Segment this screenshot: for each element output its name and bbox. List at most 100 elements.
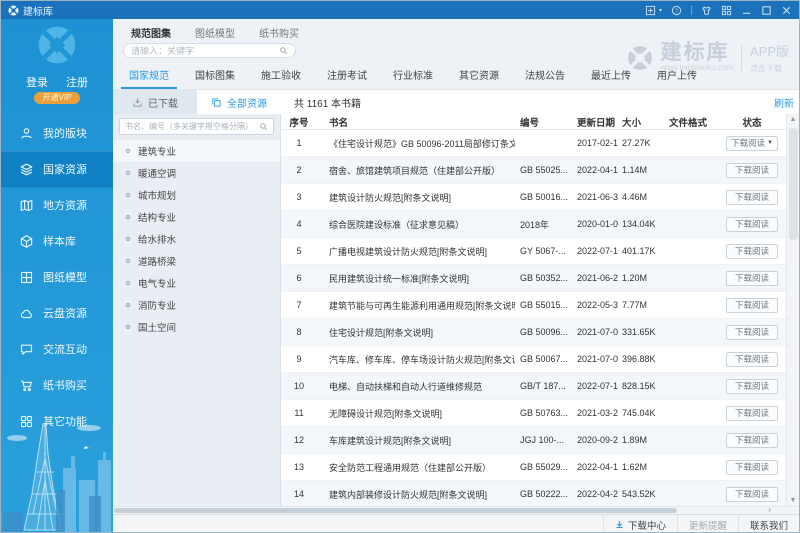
download-read-button[interactable]: 下载阅读 ▼ <box>726 486 778 502</box>
open-vip-button[interactable]: 开通VIP <box>34 92 80 104</box>
category-item[interactable]: 城市规划 <box>113 184 280 206</box>
cell-code: GB 50096... <box>520 327 569 337</box>
download-read-button[interactable]: 下载阅读 ▼ <box>726 162 778 178</box>
category-tab[interactable]: 用户上传 <box>649 61 705 89</box>
sidebar-item[interactable]: 国家资源 <box>1 151 113 187</box>
vertical-scroll-thumb[interactable] <box>789 128 798 240</box>
category-item[interactable]: 道路桥梁 <box>113 250 280 272</box>
category-item[interactable]: 给水排水 <box>113 228 280 250</box>
cell-date: 2022-07-15 <box>577 246 618 256</box>
contact-us-button[interactable]: 联系我们 <box>737 515 799 532</box>
global-search-box <box>123 43 296 58</box>
maximize-icon[interactable] <box>761 5 772 16</box>
category-tab[interactable]: 国标图集 <box>187 61 243 89</box>
sidebar-item[interactable]: 样本库 <box>1 223 113 259</box>
close-icon[interactable] <box>781 5 792 16</box>
screenshot-dropdown-icon[interactable]: ▾ <box>659 7 662 14</box>
category-item[interactable]: 建筑专业 <box>113 140 280 162</box>
category-tab[interactable]: 行业标准 <box>385 61 441 89</box>
cell-no: 5 <box>296 246 302 256</box>
main-menu-icon[interactable] <box>721 5 732 16</box>
category-tab[interactable]: 国家规范 <box>121 61 177 89</box>
cell-size: 543.52K <box>622 489 656 499</box>
sidebar-item[interactable]: 图纸模型 <box>1 259 113 295</box>
app-tab[interactable]: 纸书购买 <box>259 25 299 40</box>
sidebar-item-label: 其它功能 <box>43 416 87 428</box>
search-icon[interactable] <box>279 46 288 55</box>
minimize-icon[interactable] <box>741 5 752 16</box>
filter-search-input[interactable] <box>125 122 259 131</box>
horizontal-scroll-thumb[interactable] <box>114 508 677 513</box>
register-link[interactable]: 注册 <box>66 74 88 90</box>
box-icon <box>19 234 34 249</box>
category-tab[interactable]: 施工验收 <box>253 61 309 89</box>
cell-no: 7 <box>296 300 302 310</box>
download-read-button[interactable]: 下载阅读 ▼ <box>726 189 778 205</box>
table-row: 3 建筑设计防火规范[附条文说明] GB 50016... 2021-06-30… <box>281 184 786 211</box>
column-header-status: 状态 <box>742 117 762 129</box>
sidebar-item[interactable]: 纸书购买 <box>1 367 113 403</box>
scroll-down-arrow[interactable]: ▼ <box>787 497 799 504</box>
screenshot-icon[interactable] <box>645 5 656 16</box>
scroll-right-arrow[interactable]: › <box>768 505 771 514</box>
cell-book-name: 建筑设计防火规范[附条文说明] <box>329 192 452 203</box>
scroll-up-arrow[interactable]: ▲ <box>787 116 799 123</box>
global-search-input[interactable] <box>131 45 279 56</box>
download-read-button[interactable]: 下载阅读 ▼ <box>726 243 778 259</box>
category-tab[interactable]: 法规公告 <box>517 61 573 89</box>
cell-date: 2020-09-22 <box>577 435 618 445</box>
download-read-button[interactable]: 下载阅读 ▼ <box>726 135 778 151</box>
help-icon[interactable]: ? <box>671 5 682 16</box>
horizontal-scrollbar[interactable]: › <box>113 505 799 514</box>
app-download-badge[interactable]: APP版 点击下载 <box>750 41 789 74</box>
downloaded-tab[interactable]: 已下载 <box>113 90 197 114</box>
cell-book-name: 安全防范工程通用规范（住建部公开版） <box>329 462 492 473</box>
cell-size: 7.77M <box>622 300 648 310</box>
download-read-button[interactable]: 下载阅读 ▼ <box>726 324 778 340</box>
app-tab[interactable]: 规范图集 <box>131 25 171 40</box>
cell-code: JGJ 100-... <box>520 435 565 445</box>
table-row: 2 宿舍、旅馆建筑项目规范（住建部公开版） GB 55025... 2022-0… <box>281 157 786 184</box>
auth-links: 登录 注册 <box>1 74 113 90</box>
sidebar-item[interactable]: 其它功能 <box>1 403 113 439</box>
skin-icon[interactable] <box>701 5 712 16</box>
login-link[interactable]: 登录 <box>26 74 48 90</box>
download-read-button[interactable]: 下载阅读 ▼ <box>726 459 778 475</box>
sidebar-item[interactable]: 交流互动 <box>1 331 113 367</box>
status-bar: 下载中心 更新提醒 联系我们 <box>113 514 799 532</box>
refresh-link[interactable]: 刷新 <box>774 95 794 110</box>
download-icon <box>615 520 624 529</box>
download-read-button[interactable]: 下载阅读 ▼ <box>726 432 778 448</box>
sidebar-item[interactable]: 地方资源 <box>1 187 113 223</box>
category-label: 给水排水 <box>138 235 177 246</box>
cell-size: 1.89M <box>622 435 648 445</box>
bird-shape <box>84 446 89 449</box>
all-resources-tab[interactable]: 全部资源 <box>197 90 281 114</box>
category-list: 建筑专业 暖通空调 城市规划 结构专业 给水排水 道路桥梁 电气专业 消防专业 … <box>113 140 280 338</box>
sidebar-item[interactable]: 云盘资源 <box>1 295 113 331</box>
download-read-button[interactable]: 下载阅读 ▼ <box>726 378 778 394</box>
cell-code: GB 50222... <box>520 489 569 499</box>
download-read-button[interactable]: 下载阅读 ▼ <box>726 351 778 367</box>
category-tab[interactable]: 其它资源 <box>451 61 507 89</box>
download-center-button[interactable]: 下载中心 <box>602 515 677 532</box>
download-read-button[interactable]: 下载阅读 ▼ <box>726 297 778 313</box>
download-read-button[interactable]: 下载阅读 ▼ <box>726 216 778 232</box>
category-tab[interactable]: 最近上传 <box>583 61 639 89</box>
download-read-button[interactable]: 下载阅读 ▼ <box>726 270 778 286</box>
sidebar-item[interactable]: 我的版块 <box>1 115 113 151</box>
category-item[interactable]: 暖通空调 <box>113 162 280 184</box>
titlebar-controls: ▾ ? <box>645 5 792 16</box>
category-label: 电气专业 <box>138 279 177 290</box>
category-item[interactable]: 国土空间 <box>113 316 280 338</box>
category-item[interactable]: 消防专业 <box>113 294 280 316</box>
category-tab[interactable]: 注册考试 <box>319 61 375 89</box>
search-icon[interactable] <box>259 122 268 131</box>
category-item[interactable]: 电气专业 <box>113 272 280 294</box>
update-reminder-button[interactable]: 更新提醒 <box>676 515 738 532</box>
cell-size: 1.14M <box>622 165 648 175</box>
download-read-button[interactable]: 下载阅读 ▼ <box>726 405 778 421</box>
app-tab[interactable]: 图纸模型 <box>195 25 235 40</box>
vertical-scrollbar[interactable]: ▲ ▼ <box>786 114 799 506</box>
category-item[interactable]: 结构专业 <box>113 206 280 228</box>
